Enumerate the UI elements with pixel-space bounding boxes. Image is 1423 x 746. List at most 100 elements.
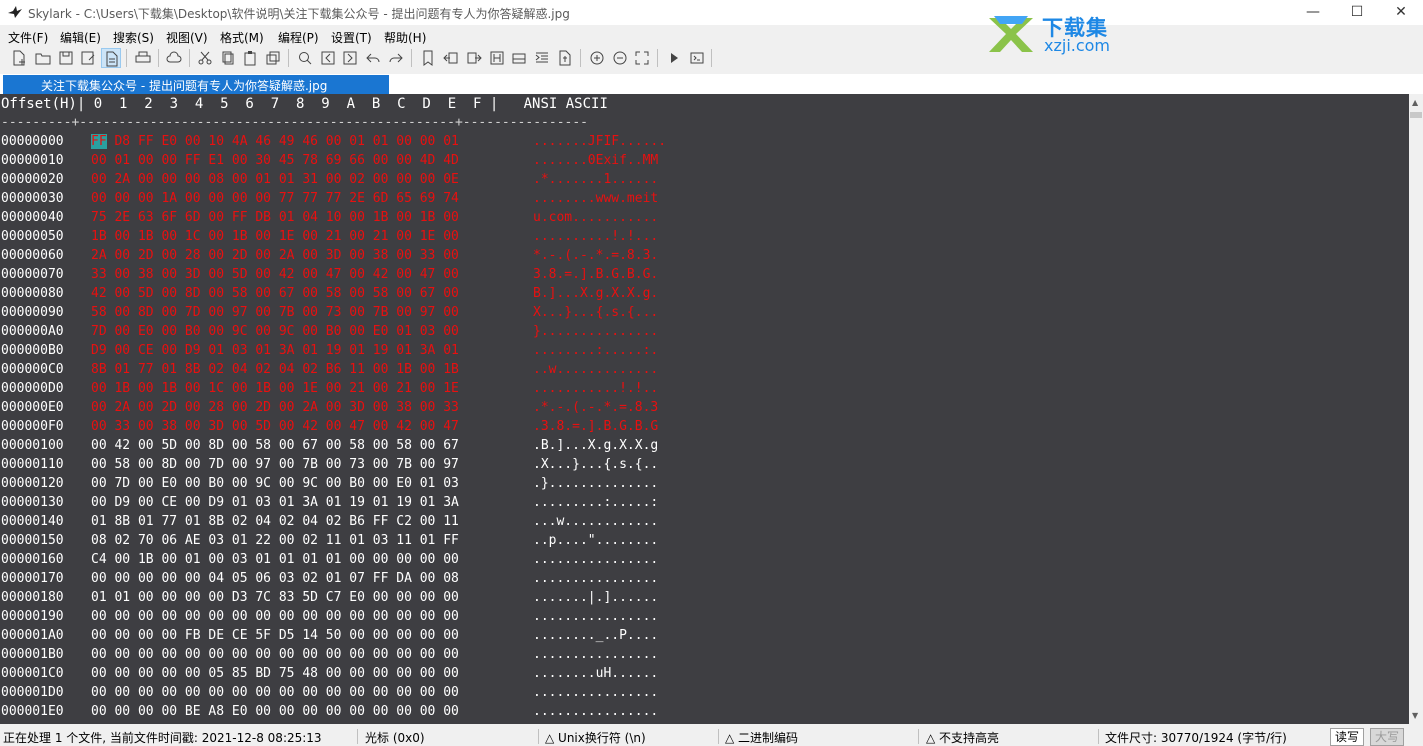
row-ascii[interactable]: .......|.]...... [533, 590, 658, 605]
row-ascii[interactable]: ..w............. [533, 362, 658, 377]
redo-icon[interactable] [386, 48, 406, 68]
row-ascii[interactable]: ................ [533, 685, 658, 700]
row-hex-bytes[interactable]: 58 00 8D 00 7D 00 97 00 7B 00 73 00 7B 0… [91, 305, 459, 320]
scroll-down-arrow-icon[interactable]: ▼ [1412, 711, 1418, 720]
row-ascii[interactable]: .X...}...{.s.{.. [533, 457, 658, 472]
row-ascii[interactable]: .*.......1...... [533, 172, 658, 187]
row-hex-bytes[interactable]: 00 58 00 8D 00 7D 00 97 00 7B 00 73 00 7… [91, 457, 459, 472]
row-hex-bytes[interactable]: 2A 00 2D 00 28 00 2D 00 2A 00 3D 00 38 0… [91, 248, 459, 263]
row-ascii[interactable]: .B.]...X.g.X.X.g [533, 438, 658, 453]
indent-icon[interactable] [532, 48, 552, 68]
undo-icon[interactable] [363, 48, 383, 68]
duplicate-icon[interactable] [263, 48, 283, 68]
row-hex-bytes[interactable]: 00 00 00 00 00 00 00 00 00 00 00 00 00 0… [91, 685, 459, 700]
row-ascii[interactable]: B.]...X.g.X.X.g. [533, 286, 658, 301]
menu-search[interactable]: 搜索(S) [113, 29, 154, 46]
row-hex-bytes[interactable]: 75 2E 63 6F 6D 00 FF DB 01 04 10 00 1B 0… [91, 210, 459, 225]
row-hex-bytes[interactable]: 00 01 00 00 FF E1 00 30 45 78 69 66 00 0… [91, 153, 459, 168]
row-ascii[interactable]: .3.8.=.].B.G.B.G [533, 419, 658, 434]
row-ascii[interactable]: ...w............ [533, 514, 658, 529]
minimize-button[interactable]: — [1291, 0, 1335, 25]
maximize-button[interactable]: ☐ [1335, 0, 1379, 25]
row-ascii[interactable]: u.com........... [533, 210, 658, 225]
run-icon[interactable] [664, 48, 684, 68]
row-hex-bytes[interactable]: 00 00 00 00 BE A8 E0 00 00 00 00 00 00 0… [91, 704, 459, 719]
row-ascii[interactable]: ................ [533, 723, 658, 724]
scrollbar-thumb[interactable] [1410, 112, 1422, 118]
menu-edit[interactable]: 编辑(E) [60, 29, 101, 46]
find-next-icon[interactable] [340, 48, 360, 68]
fullscreen-icon[interactable] [632, 48, 652, 68]
row-ascii[interactable]: X...}...{.s.{... [533, 305, 658, 320]
row-hex-bytes[interactable]: 00 00 00 00 00 00 00 00 00 00 00 00 00 0… [91, 723, 459, 724]
prev-bookmark-icon[interactable] [441, 48, 461, 68]
print-icon[interactable] [133, 48, 153, 68]
new-file-icon[interactable] [9, 48, 29, 68]
menu-program[interactable]: 编程(P) [278, 29, 319, 46]
tab-active-file[interactable]: 关注下载集公众号 - 提出问题有专人为你答疑解惑.jpg [3, 75, 389, 94]
menu-view[interactable]: 视图(V) [166, 29, 208, 46]
search-icon[interactable] [295, 48, 315, 68]
row-ascii[interactable]: ........:.....:. [533, 343, 658, 358]
hex-editor[interactable]: Offset(H)| 0 1 2 3 4 5 6 7 8 9 A B C D E… [0, 94, 1409, 724]
row-hex-bytes[interactable]: 00 00 00 00 00 00 00 00 00 00 00 00 00 0… [91, 647, 459, 662]
row-hex-bytes[interactable]: 00 1B 00 1B 00 1C 00 1B 00 1E 00 21 00 2… [91, 381, 459, 396]
row-hex-bytes[interactable]: 8B 01 77 01 8B 02 04 02 04 02 B6 11 00 1… [91, 362, 459, 377]
row-ascii[interactable]: }............... [533, 324, 658, 339]
row-ascii[interactable]: ..p...."........ [533, 533, 658, 548]
row-ascii[interactable]: ................ [533, 609, 658, 624]
menu-file[interactable]: 文件(F) [8, 29, 48, 46]
row-hex-bytes[interactable]: 33 00 38 00 3D 00 5D 00 42 00 47 00 42 0… [91, 267, 459, 282]
row-ascii[interactable]: *.-.(.-.*.=.8.3. [533, 248, 658, 263]
row-hex-bytes[interactable]: 00 2A 00 00 00 08 00 01 01 31 00 02 00 0… [91, 172, 459, 187]
caret-byte[interactable]: FF [91, 134, 107, 149]
status-encoding[interactable]: △ 二进制编码 [725, 729, 798, 746]
find-previous-icon[interactable] [318, 48, 338, 68]
row-hex-bytes[interactable]: 00 00 00 00 00 00 00 00 00 00 00 00 00 0… [91, 609, 459, 624]
scroll-up-arrow-icon[interactable]: ▲ [1412, 98, 1418, 107]
row-ascii[interactable]: .}.............. [533, 476, 658, 491]
row-ascii[interactable]: ................ [533, 704, 658, 719]
row-ascii[interactable]: ........uH...... [533, 666, 658, 681]
menu-settings[interactable]: 设置(T) [331, 29, 372, 46]
row-hex-bytes[interactable]: 08 02 70 06 AE 03 01 22 00 02 11 01 03 1… [91, 533, 459, 548]
row-ascii[interactable]: .......0Exif..MM [533, 153, 658, 168]
open-folder-icon[interactable] [33, 48, 53, 68]
status-highlight[interactable]: △ 不支持高亮 [926, 729, 999, 746]
next-bookmark-icon[interactable] [464, 48, 484, 68]
zoom-out-icon[interactable] [610, 48, 630, 68]
row-hex-bytes[interactable]: C4 00 1B 00 01 00 03 01 01 01 01 00 00 0… [91, 552, 459, 567]
row-ascii[interactable]: .*.-.(.-.*.=.8.3 [533, 400, 658, 415]
file-properties-icon[interactable] [555, 48, 575, 68]
row-hex-bytes[interactable]: 00 00 00 00 FB DE CE 5F D5 14 50 00 00 0… [91, 628, 459, 643]
row-hex-bytes[interactable]: 00 2A 00 2D 00 28 00 2D 00 2A 00 3D 00 3… [91, 400, 459, 415]
row-hex-bytes[interactable]: 00 42 00 5D 00 8D 00 58 00 67 00 58 00 5… [91, 438, 459, 453]
row-hex-bytes[interactable]: FF D8 FF E0 00 10 4A 46 49 46 00 01 01 0… [91, 134, 459, 149]
bookmark-icon[interactable] [418, 48, 438, 68]
copy-icon[interactable] [218, 48, 238, 68]
status-line-ending[interactable]: △ Unix换行符 (\n) [545, 729, 646, 746]
row-hex-bytes[interactable]: 00 33 00 38 00 3D 00 5D 00 42 00 47 00 4… [91, 419, 459, 434]
hex-mode-icon[interactable] [487, 48, 507, 68]
row-hex-bytes[interactable]: 7D 00 E0 00 B0 00 9C 00 9C 00 B0 00 E0 0… [91, 324, 459, 339]
row-ascii[interactable]: ................ [533, 571, 658, 586]
row-ascii[interactable]: ..........!.!... [533, 229, 658, 244]
save-icon[interactable] [56, 48, 76, 68]
row-hex-bytes[interactable]: 01 8B 01 77 01 8B 02 04 02 04 02 B6 FF C… [91, 514, 459, 529]
cut-icon[interactable] [195, 48, 215, 68]
row-ascii[interactable]: ...........!.!.. [533, 381, 658, 396]
menu-format[interactable]: 格式(M) [220, 29, 264, 46]
row-ascii[interactable]: ................ [533, 552, 658, 567]
save-as-icon[interactable] [78, 48, 98, 68]
close-button[interactable]: ✕ [1379, 0, 1423, 25]
menu-help[interactable]: 帮助(H) [384, 29, 426, 46]
terminal-icon[interactable] [687, 48, 707, 68]
row-hex-bytes[interactable]: 1B 00 1B 00 1C 00 1B 00 1E 00 21 00 21 0… [91, 229, 459, 244]
cloud-icon[interactable] [164, 48, 184, 68]
row-ascii[interactable]: .......JFIF...... [533, 134, 666, 149]
row-hex-bytes[interactable]: 00 7D 00 E0 00 B0 00 9C 00 9C 00 B0 00 E… [91, 476, 459, 491]
disk-icon[interactable] [509, 48, 529, 68]
paste-icon[interactable] [240, 48, 260, 68]
row-hex-bytes[interactable]: 00 00 00 00 00 05 85 BD 75 48 00 00 00 0… [91, 666, 459, 681]
zoom-in-icon[interactable] [587, 48, 607, 68]
